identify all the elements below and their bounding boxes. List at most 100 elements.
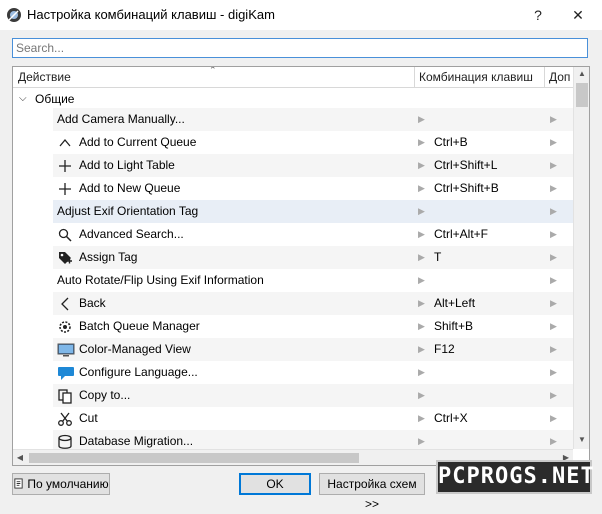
shortcut-arrow-icon[interactable]: ▶ xyxy=(418,252,425,263)
scroll-up-icon[interactable]: ▲ xyxy=(574,67,589,81)
magnifier-icon xyxy=(58,228,72,242)
alternate-arrow-icon[interactable]: ▶ xyxy=(550,344,557,355)
action-name: Cut xyxy=(79,411,98,425)
tree-header: ⌃ Действие Комбинация клавиш Доп xyxy=(13,67,573,88)
action-name: Add to Current Queue xyxy=(79,135,197,149)
alternate-arrow-icon[interactable]: ▶ xyxy=(550,436,557,447)
action-name: Batch Queue Manager xyxy=(79,319,200,333)
table-row[interactable]: Copy to... ▶ ▶ xyxy=(53,384,573,407)
action-name: Configure Language... xyxy=(79,365,198,379)
plus-icon xyxy=(59,183,71,195)
column-header-alternate[interactable]: Доп xyxy=(544,67,574,87)
shortcut-value[interactable]: T xyxy=(434,250,441,264)
scroll-left-icon[interactable]: ◀ xyxy=(13,450,27,465)
table-row[interactable]: Back ▶ Alt+Left ▶ xyxy=(53,292,573,315)
alternate-arrow-icon[interactable]: ▶ xyxy=(550,206,557,217)
search-field[interactable] xyxy=(12,38,593,58)
defaults-button[interactable]: По умолчанию xyxy=(12,473,110,495)
shortcuts-tree[interactable]: ⌃ Действие Комбинация клавиш Доп ⌵ Общие… xyxy=(12,66,590,466)
configure-schemes-button[interactable]: Настройка схем >> xyxy=(319,473,425,511)
column-header-shortcut[interactable]: Комбинация клавиш xyxy=(414,67,544,87)
table-row[interactable]: Auto Rotate/Flip Using Exif Information … xyxy=(53,269,573,292)
shortcut-value[interactable]: Shift+B xyxy=(434,319,473,333)
table-row-selected[interactable]: Adjust Exif Orientation Tag ▶ ▶ xyxy=(53,200,573,223)
shortcut-arrow-icon[interactable]: ▶ xyxy=(418,298,425,309)
help-button[interactable]: ? xyxy=(526,4,550,26)
alternate-arrow-icon[interactable]: ▶ xyxy=(550,413,557,424)
table-row[interactable]: Add Camera Manually... ▶ ▶ xyxy=(53,108,573,131)
alternate-arrow-icon[interactable]: ▶ xyxy=(550,321,557,332)
shortcut-arrow-icon[interactable]: ▶ xyxy=(418,160,425,171)
shortcut-arrow-icon[interactable]: ▶ xyxy=(418,114,425,125)
shortcut-arrow-icon[interactable]: ▶ xyxy=(418,344,425,355)
alternate-arrow-icon[interactable]: ▶ xyxy=(550,114,557,125)
alternate-arrow-icon[interactable]: ▶ xyxy=(550,252,557,263)
shortcut-value[interactable]: Ctrl+Alt+F xyxy=(434,227,488,241)
copy-icon xyxy=(58,389,72,404)
action-name: Back xyxy=(79,296,106,310)
action-name: Add to Light Table xyxy=(79,158,175,172)
shortcut-value[interactable]: Ctrl+Shift+B xyxy=(434,181,499,195)
shortcut-arrow-icon[interactable]: ▶ xyxy=(418,367,425,378)
table-row[interactable]: Configure Language... ▶ ▶ xyxy=(53,361,573,384)
defaults-button-label: По умолчанию xyxy=(27,477,109,491)
action-name: Assign Tag xyxy=(79,250,138,264)
table-row[interactable]: Add to New Queue ▶ Ctrl+Shift+B ▶ xyxy=(53,177,573,200)
close-button[interactable]: ✕ xyxy=(566,4,590,26)
group-general[interactable]: ⌵ Общие xyxy=(13,89,573,109)
scroll-down-icon[interactable]: ▼ xyxy=(574,433,589,447)
table-row[interactable]: Batch Queue Manager ▶ Shift+B ▶ xyxy=(53,315,573,338)
column-header-action[interactable]: Действие xyxy=(13,67,414,87)
shortcut-arrow-icon[interactable]: ▶ xyxy=(418,413,425,424)
chevron-up-icon xyxy=(59,138,71,147)
table-row[interactable]: Add to Light Table ▶ Ctrl+Shift+L ▶ xyxy=(53,154,573,177)
monitor-icon xyxy=(57,343,75,357)
shortcut-arrow-icon[interactable]: ▶ xyxy=(418,183,425,194)
vertical-scroll-thumb[interactable] xyxy=(576,83,588,107)
table-row[interactable]: Color-Managed View ▶ F12 ▶ xyxy=(53,338,573,361)
alternate-arrow-icon[interactable]: ▶ xyxy=(550,275,557,286)
shortcut-arrow-icon[interactable]: ▶ xyxy=(418,390,425,401)
table-row[interactable]: Assign Tag ▶ T ▶ xyxy=(53,246,573,269)
alternate-arrow-icon[interactable]: ▶ xyxy=(550,160,557,171)
group-label: Общие xyxy=(35,92,75,106)
back-chevron-icon xyxy=(61,297,69,311)
shortcut-value[interactable]: Ctrl+B xyxy=(434,135,468,149)
title-bar: Настройка комбинаций клавиш - digiKam ? … xyxy=(0,0,602,30)
shortcut-value[interactable]: Alt+Left xyxy=(434,296,475,310)
shortcut-value[interactable]: F12 xyxy=(434,342,455,356)
alternate-arrow-icon[interactable]: ▶ xyxy=(550,298,557,309)
gear-icon xyxy=(59,321,71,333)
alternate-arrow-icon[interactable]: ▶ xyxy=(550,229,557,240)
shortcut-arrow-icon[interactable]: ▶ xyxy=(418,206,425,217)
alternate-arrow-icon[interactable]: ▶ xyxy=(550,183,557,194)
shortcut-value[interactable]: Ctrl+Shift+L xyxy=(434,158,497,172)
alternate-arrow-icon[interactable]: ▶ xyxy=(550,390,557,401)
database-icon xyxy=(58,434,72,449)
search-input[interactable] xyxy=(13,39,593,57)
tag-icon xyxy=(59,252,72,264)
speech-bubble-icon xyxy=(58,367,74,380)
shortcut-value[interactable]: Ctrl+X xyxy=(434,411,468,425)
expand-chevron-icon[interactable]: ⌵ xyxy=(19,89,27,109)
shortcut-arrow-icon[interactable]: ▶ xyxy=(418,275,425,286)
horizontal-scroll-thumb[interactable] xyxy=(29,453,359,463)
shortcut-arrow-icon[interactable]: ▶ xyxy=(418,137,425,148)
action-name: Add to New Queue xyxy=(79,181,181,195)
ok-button-label: OK xyxy=(266,477,284,491)
digikam-app-icon xyxy=(7,8,21,22)
ok-button[interactable]: OK xyxy=(239,473,311,495)
vertical-scrollbar[interactable]: ▲ ▼ xyxy=(573,67,589,449)
action-name: Database Migration... xyxy=(79,434,194,448)
table-row[interactable]: Cut ▶ Ctrl+X ▶ xyxy=(53,407,573,430)
alternate-arrow-icon[interactable]: ▶ xyxy=(550,137,557,148)
action-name: Advanced Search... xyxy=(79,227,184,241)
shortcut-arrow-icon[interactable]: ▶ xyxy=(418,229,425,240)
shortcut-arrow-icon[interactable]: ▶ xyxy=(418,436,425,447)
alternate-arrow-icon[interactable]: ▶ xyxy=(550,367,557,378)
pcprogs-watermark: PCPROGS.NET xyxy=(436,460,594,494)
table-row[interactable]: Add to Current Queue ▶ Ctrl+B ▶ xyxy=(53,131,573,154)
table-row[interactable]: Advanced Search... ▶ Ctrl+Alt+F ▶ xyxy=(53,223,573,246)
shortcut-arrow-icon[interactable]: ▶ xyxy=(418,321,425,332)
document-icon xyxy=(14,478,24,489)
